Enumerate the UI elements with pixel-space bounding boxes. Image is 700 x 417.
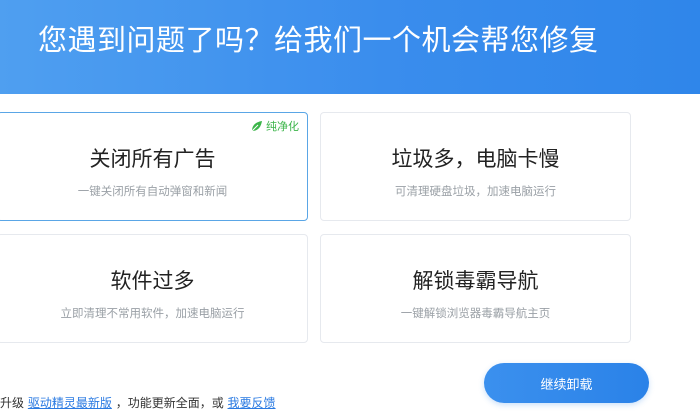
- card-desc: 一键解锁浏览器毒霸导航主页: [400, 306, 551, 320]
- badge-label: 纯净化: [266, 120, 299, 133]
- header-title: 您遇到问题了吗？给我们一个机会帮您修复: [38, 23, 599, 57]
- feedback-link[interactable]: 我要反馈: [228, 396, 276, 410]
- card-title: 垃圾多，电脑卡慢: [391, 147, 560, 171]
- leaf-icon: [251, 120, 262, 131]
- driver-genius-link[interactable]: 驱动精灵最新版: [28, 396, 112, 410]
- card-title: 解锁毒霸导航: [412, 269, 539, 293]
- footer-text: 升级 驱动精灵最新版 ，功能更新全面，或 我要反馈: [0, 394, 276, 411]
- card-desc: 一键关闭所有自动弹窗和新闻: [77, 184, 228, 198]
- card-desc: 立即清理不常用软件，加速电脑运行: [60, 306, 245, 320]
- header-banner: 您遇到问题了吗？给我们一个机会帮您修复: [0, 0, 700, 94]
- card-too-many-software[interactable]: 软件过多 立即清理不常用软件，加速电脑运行: [0, 234, 308, 343]
- footer-prefix: 升级: [0, 396, 25, 410]
- card-desc: 可清理硬盘垃圾，加速电脑运行: [395, 184, 556, 198]
- pure-badge: 纯净化: [250, 118, 299, 134]
- card-clean-junk[interactable]: 垃圾多，电脑卡慢 可清理硬盘垃圾，加速电脑运行: [320, 112, 631, 221]
- footer-middle: ，功能更新全面，或: [115, 396, 224, 410]
- card-close-ads[interactable]: 纯净化 关闭所有广告 一键关闭所有自动弹窗和新闻: [0, 112, 308, 221]
- card-title: 软件过多: [110, 269, 195, 293]
- card-unlock-navigation[interactable]: 解锁毒霸导航 一键解锁浏览器毒霸导航主页: [320, 234, 631, 343]
- continue-uninstall-button[interactable]: 继续卸载: [484, 363, 649, 403]
- card-title: 关闭所有广告: [89, 147, 216, 171]
